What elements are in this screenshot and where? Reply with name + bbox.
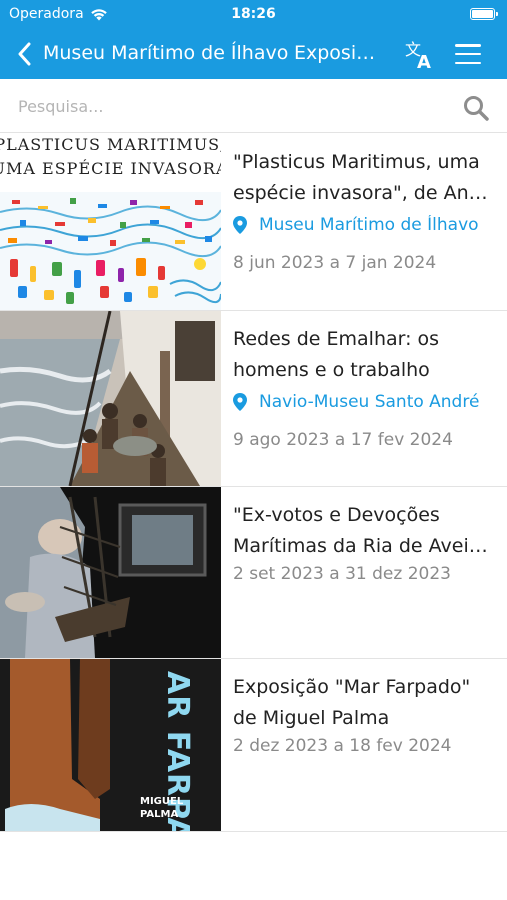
plastic-poster-image: PLASTICUS MARITIMUS, UMA ESPÉCIE INVASOR… <box>0 135 221 310</box>
mar-farpado-poster-image: AR FARPADO MIGUEL PALMA <box>0 659 221 831</box>
exhibition-text: Exposição "Mar Farpado" de Miguel Palma … <box>233 672 495 756</box>
chevron-left-icon <box>18 42 31 66</box>
exhibition-list: PLASTICUS MARITIMUS, UMA ESPÉCIE INVASOR… <box>0 134 507 832</box>
battery-icon <box>470 8 498 20</box>
search-input[interactable] <box>18 91 448 121</box>
exhibition-item[interactable]: "Ex-votos e Devoções Marítimas da Ria de… <box>0 487 507 659</box>
fishing-boat-photo <box>0 311 221 486</box>
exhibition-text: "Ex-votos e Devoções Marítimas da Ria de… <box>233 500 495 584</box>
status-bar: Operadora 18:26 <box>0 0 507 30</box>
exhibition-title-line: homens e o trabalho <box>233 359 430 381</box>
exhibition-title-line: Redes de Emalhar: os <box>233 328 440 350</box>
exhibition-title: Exposição "Mar Farpado" de Miguel Palma <box>233 672 495 734</box>
exhibition-dates: 2 dez 2023 a 18 fev 2024 <box>233 736 452 756</box>
poster-text: UMA ESPÉCIE INVASORA <box>0 158 221 178</box>
back-button[interactable] <box>12 40 36 68</box>
exhibition-thumbnail <box>0 311 221 486</box>
exhibition-title-line: espécie invasora", de Ana Pêgo <box>233 182 495 204</box>
location-name: Navio-Museu Santo André <box>259 392 480 412</box>
search-bar <box>0 79 507 133</box>
menu-button[interactable] <box>455 41 481 67</box>
exhibition-thumbnail: AR FARPADO MIGUEL PALMA <box>0 659 221 831</box>
exhibition-title-line: "Ex-votos e Devoções <box>233 504 440 526</box>
exhibition-text: Redes de Emalhar: os homens e o trabalho… <box>233 324 495 450</box>
exhibition-thumbnail: PLASTICUS MARITIMUS, UMA ESPÉCIE INVASOR… <box>0 134 221 310</box>
navigation-bar: Museu Marítimo de Ílhavo Exposições 文 A <box>0 30 507 79</box>
exhibition-title-line: "Plasticus Maritimus, uma <box>233 151 480 173</box>
location-name: Museu Marítimo de Ílhavo <box>259 215 479 235</box>
exhibition-location[interactable]: Museu Marítimo de Ílhavo <box>233 211 495 239</box>
translate-icon: 文 A <box>405 40 431 73</box>
status-time: 18:26 <box>231 6 276 22</box>
exhibition-dates: 8 jun 2023 a 7 jan 2024 <box>233 253 437 273</box>
exhibition-title: "Plasticus Maritimus, uma espécie invaso… <box>233 147 495 209</box>
location-pin-icon <box>233 216 247 234</box>
menu-bar-line <box>455 52 481 56</box>
poster-text: PALMA <box>140 809 178 820</box>
poster-text: AR FARPADO <box>160 671 195 831</box>
exhibition-item[interactable]: AR FARPADO MIGUEL PALMA Exposição "Mar F… <box>0 659 507 832</box>
translate-button[interactable]: 文 A <box>404 38 436 73</box>
exhibition-text: "Plasticus Maritimus, uma espécie invaso… <box>233 147 495 273</box>
menu-bar-line <box>455 61 481 64</box>
menu-bar-line <box>455 44 481 47</box>
exhibition-dates: 9 ago 2023 a 17 fev 2024 <box>233 430 453 450</box>
exhibition-location[interactable]: Navio-Museu Santo André <box>233 388 495 416</box>
exhibition-title-line: Marítimas da Ria de Aveiro" <box>233 535 495 557</box>
exhibition-item[interactable]: Redes de Emalhar: os homens e o trabalho… <box>0 311 507 487</box>
poster-text: PLASTICUS MARITIMUS, <box>0 135 221 154</box>
nav-title: Museu Marítimo de Ílhavo <box>43 42 289 64</box>
poster-text: MIGUEL <box>140 796 184 807</box>
exhibition-thumbnail <box>0 487 221 658</box>
ex-voto-ship-photo <box>0 487 221 658</box>
exhibition-title: "Ex-votos e Devoções Marítimas da Ria de… <box>233 500 495 562</box>
search-icon[interactable] <box>462 94 490 122</box>
exhibition-item[interactable]: PLASTICUS MARITIMUS, UMA ESPÉCIE INVASOR… <box>0 134 507 311</box>
exhibition-title-line: de Miguel Palma <box>233 707 390 729</box>
exhibition-title: Redes de Emalhar: os homens e o trabalho <box>233 324 495 386</box>
svg-text:A: A <box>417 52 431 70</box>
nav-subtitle: Exposições <box>294 42 384 64</box>
location-pin-icon <box>233 393 247 411</box>
exhibition-dates: 2 set 2023 a 31 dez 2023 <box>233 564 451 584</box>
exhibition-title-line: Exposição "Mar Farpado" <box>233 676 471 698</box>
